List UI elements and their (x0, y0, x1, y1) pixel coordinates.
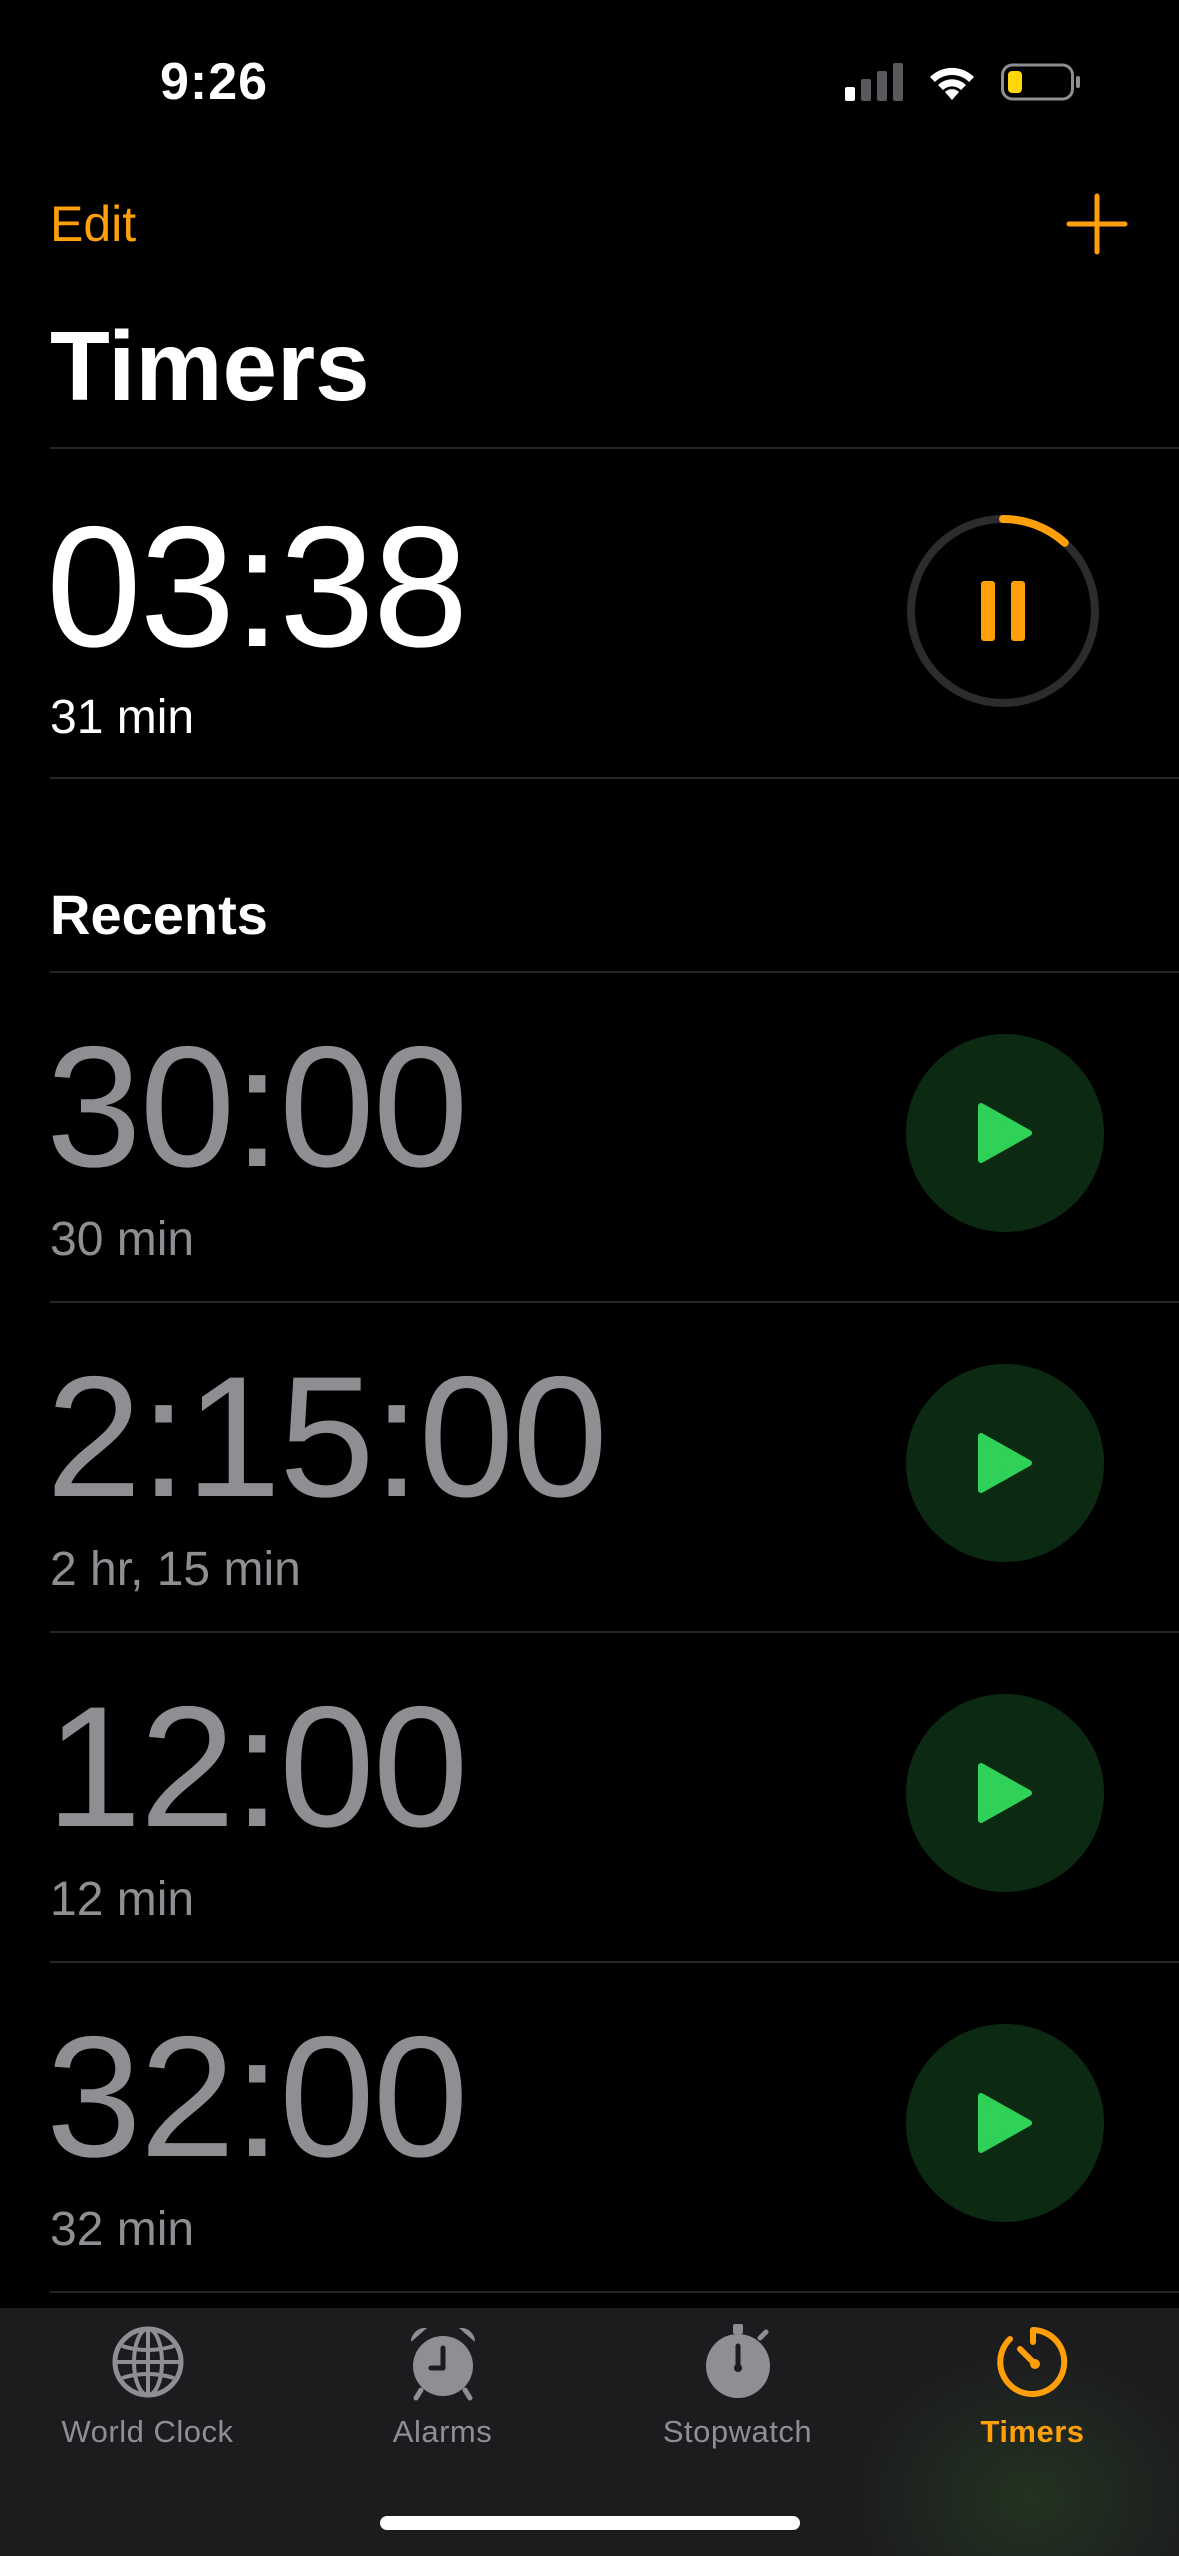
divider (50, 447, 1179, 449)
recent-timer-label: 12 min (50, 1873, 195, 1926)
recent-timer-time: 32:00 (46, 2001, 468, 2193)
recent-timer-row[interactable]: 32:00 32 min (0, 1962, 1179, 2292)
recent-timer-label: 30 min (50, 1213, 195, 1266)
globe-icon (112, 2326, 183, 2398)
recent-timer-time: 2:15:00 (46, 1341, 608, 1533)
pause-button[interactable] (903, 511, 1103, 711)
tab-world-clock[interactable]: World Clock (0, 2322, 295, 2450)
recent-timer-time: 30:00 (46, 1011, 468, 1203)
edit-button[interactable]: Edit (50, 195, 136, 253)
status-time: 9:26 (160, 53, 269, 111)
tab-label: Stopwatch (662, 2414, 813, 2449)
cellular-signal-icon (845, 63, 903, 101)
play-button[interactable] (906, 1694, 1104, 1892)
recent-timer-row[interactable]: 30:00 30 min (0, 972, 1179, 1302)
alarm-clock-icon (410, 2327, 475, 2401)
timer-icon (996, 2327, 1067, 2397)
tab-label: World Clock (61, 2414, 234, 2449)
recent-timer-time: 12:00 (46, 1671, 468, 1863)
play-icon (978, 1103, 1032, 1163)
tab-label: Timers (980, 2414, 1085, 2449)
home-indicator[interactable] (380, 2516, 800, 2530)
recent-timer-row[interactable]: 12:00 12 min (0, 1632, 1179, 1962)
tab-timers[interactable]: Timers (885, 2322, 1179, 2450)
recent-timer-label: 2 hr, 15 min (50, 1543, 301, 1596)
divider (50, 2291, 1179, 2293)
pause-icon (981, 581, 1025, 641)
play-button[interactable] (906, 2024, 1104, 2222)
active-timer-label: 31 min (50, 691, 195, 744)
stopwatch-icon (705, 2324, 770, 2398)
play-button[interactable] (906, 1034, 1104, 1232)
recents-title: Recents (50, 883, 268, 946)
battery-icon (1001, 63, 1080, 101)
play-icon (978, 1433, 1032, 1493)
divider (50, 777, 1179, 779)
play-icon (978, 1763, 1032, 1823)
play-icon (978, 2093, 1032, 2153)
add-icon[interactable] (1065, 192, 1129, 256)
tab-alarms[interactable]: Alarms (295, 2322, 590, 2450)
wifi-icon (930, 67, 974, 100)
page-title: Timers (50, 311, 370, 421)
recent-timer-row[interactable]: 2:15:00 2 hr, 15 min (0, 1302, 1179, 1632)
active-timer-remaining: 03:38 (46, 491, 468, 683)
status-icons (845, 62, 1081, 102)
tab-label: Alarms (392, 2414, 493, 2449)
recent-timer-label: 32 min (50, 2203, 195, 2256)
tab-stopwatch[interactable]: Stopwatch (590, 2322, 885, 2450)
play-button[interactable] (906, 1364, 1104, 1562)
